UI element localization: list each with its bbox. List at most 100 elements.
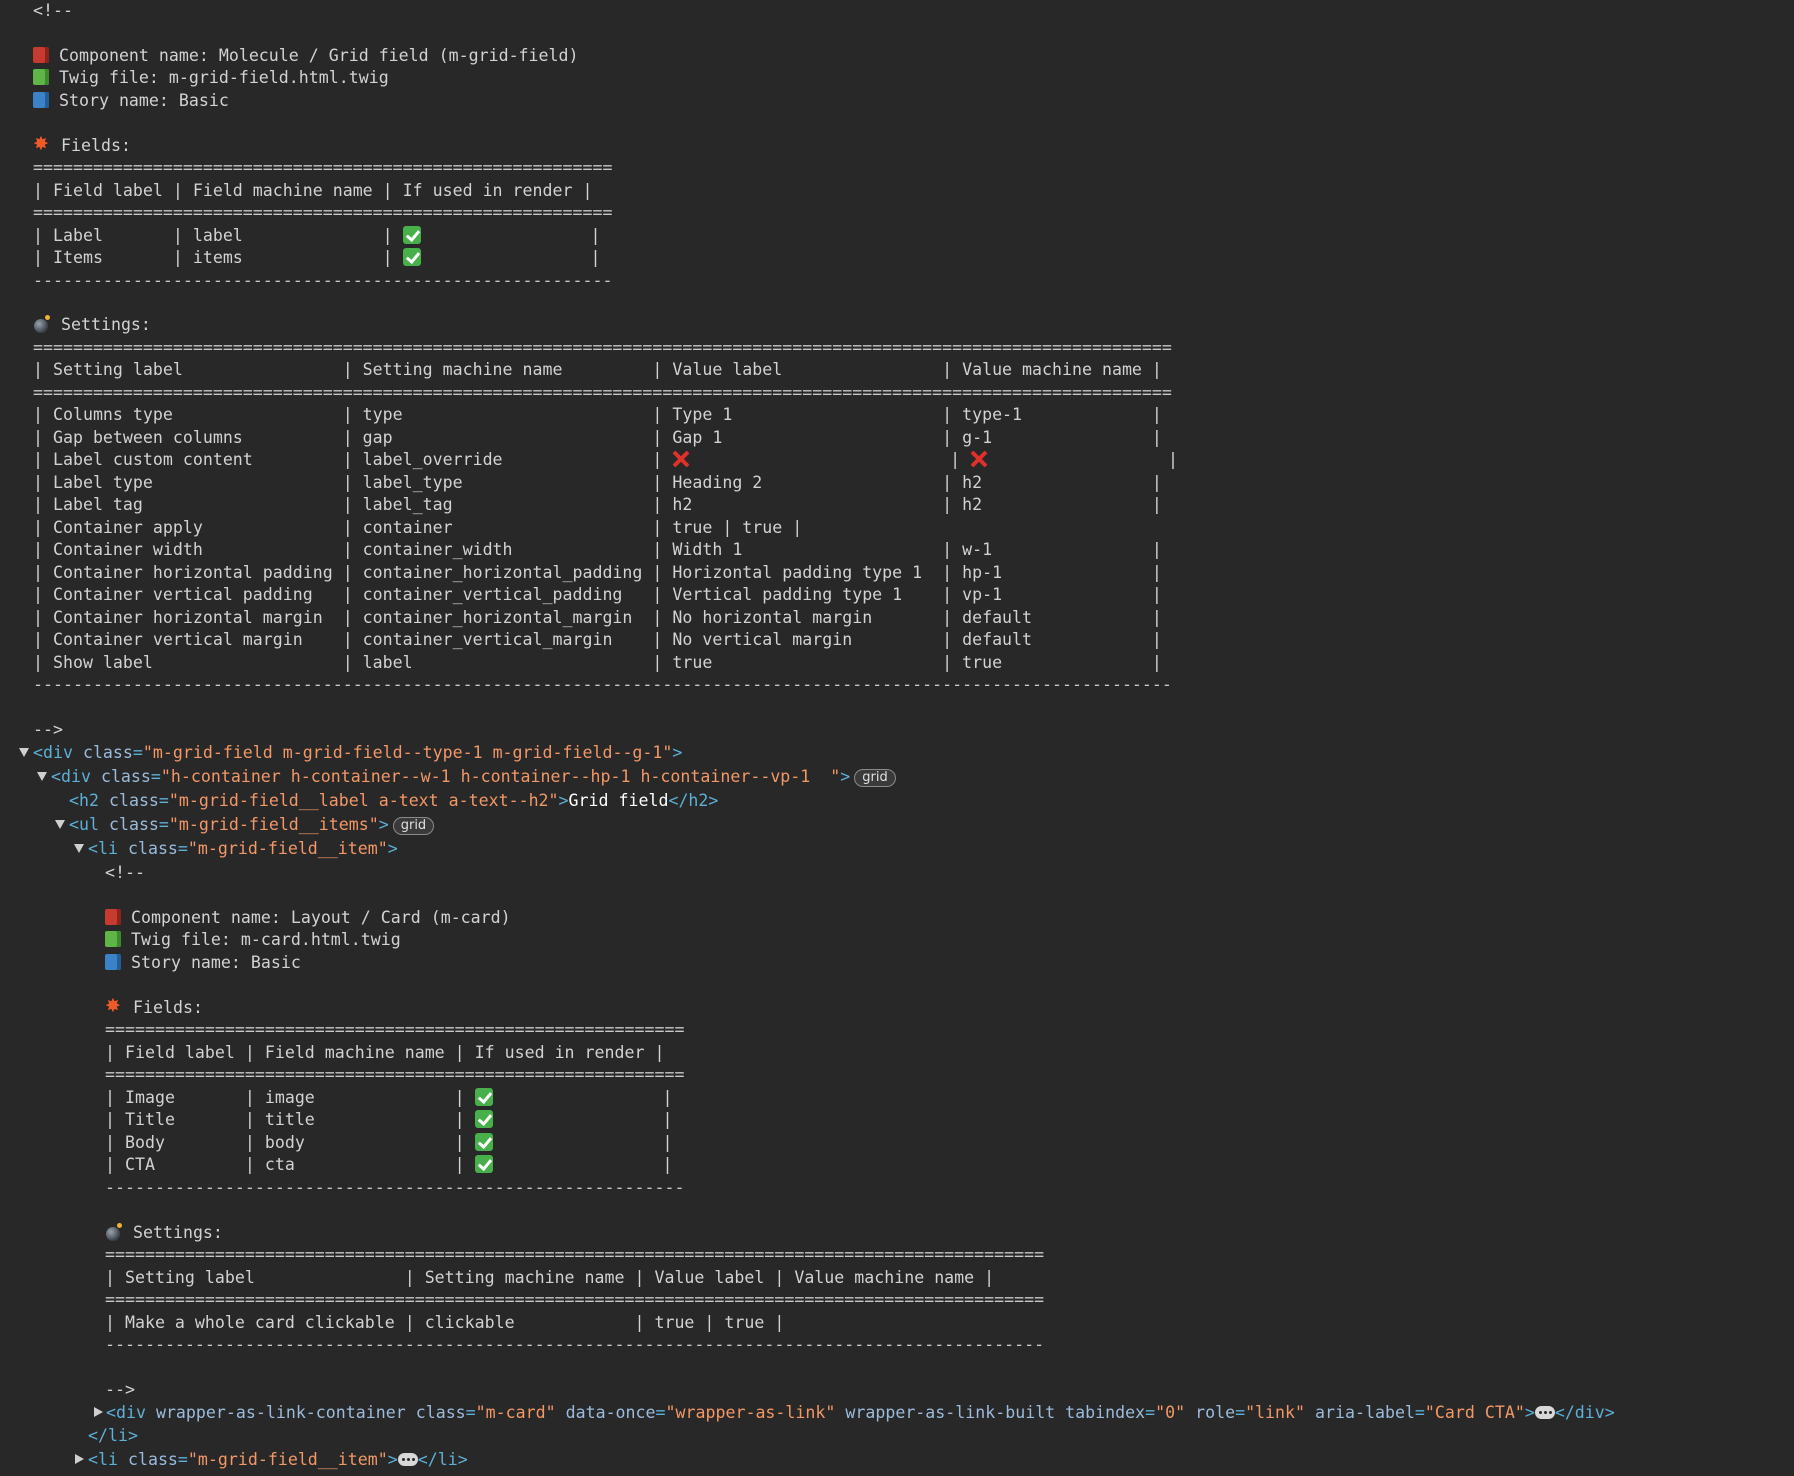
card-fields-row-text: | Image | image | bbox=[105, 1088, 475, 1107]
tag-name: <div bbox=[33, 743, 83, 762]
dom-node-card-div[interactable]: <div wrapper-as-link-container class="m-… bbox=[106, 1402, 1615, 1425]
check-mark-icon bbox=[402, 248, 421, 266]
dom-node-li[interactable]: <li class="m-grid-field__item"> bbox=[88, 838, 398, 861]
settings-row: | Container width | container_width | Wi… bbox=[33, 540, 1162, 559]
fields-row-items: | Items | items | | bbox=[33, 247, 600, 270]
dom-node-grid-field-div[interactable]: <div class="m-grid-field m-grid-field--t… bbox=[33, 742, 682, 765]
collapse-toggle-icon[interactable] bbox=[19, 748, 29, 757]
tag-close: </div> bbox=[1554, 1403, 1615, 1422]
attr-name: class bbox=[108, 815, 159, 834]
attr-value: "link" bbox=[1245, 1403, 1306, 1422]
tag-end: > bbox=[558, 791, 569, 810]
dom-node-li-collapsed[interactable]: <li class="m-grid-field__item"> </li> bbox=[88, 1449, 468, 1472]
card-fields-row-end: | bbox=[492, 1133, 673, 1152]
card-fields-rule-top: ========================================… bbox=[105, 1020, 685, 1039]
grid-badge[interactable]: grid bbox=[854, 769, 896, 787]
dom-node-h2[interactable]: <h2 class="m-grid-field__label a-text a-… bbox=[69, 790, 718, 813]
collapse-toggle-icon[interactable] bbox=[74, 844, 84, 853]
card-fields-row-title: | Title | title | | bbox=[105, 1109, 672, 1132]
card-twig-file-text: Twig file: m-card.html.twig bbox=[131, 930, 401, 949]
comment-open: <!-- bbox=[33, 1, 73, 20]
card-fields-row-image: | Image | image | | bbox=[105, 1087, 672, 1110]
attr-name: class bbox=[100, 767, 151, 786]
card-fields-rule-mid: ========================================… bbox=[105, 1065, 685, 1084]
h2-text-content: Grid field bbox=[568, 791, 669, 810]
grid-badge[interactable]: grid bbox=[392, 817, 435, 835]
card-fields-row-end: | bbox=[492, 1110, 673, 1129]
attr-value: "m-card" bbox=[475, 1403, 556, 1422]
tag-close: </li> bbox=[417, 1450, 468, 1469]
settings-rule-top: ========================================… bbox=[33, 338, 1172, 357]
override-row-text: | Label custom content | label_override … bbox=[33, 450, 673, 469]
attr-name: class bbox=[127, 1450, 178, 1469]
tag-name: <ul bbox=[69, 815, 109, 834]
component-name-text: Component name: Molecule / Grid field (m… bbox=[59, 46, 579, 65]
expand-toggle-icon[interactable] bbox=[75, 1454, 84, 1464]
card-fields-row-text: | Title | title | bbox=[105, 1110, 475, 1129]
fields-header: | Field label | Field machine name | If … bbox=[33, 181, 593, 200]
card-fields-rule-bottom: ----------------------------------------… bbox=[105, 1178, 685, 1197]
red-book-icon bbox=[105, 909, 121, 925]
expand-toggle-icon[interactable] bbox=[94, 1407, 103, 1417]
red-book-icon bbox=[33, 47, 49, 63]
dom-node-ul[interactable]: <ul class="m-grid-field__items"> grid bbox=[69, 814, 435, 837]
check-mark-icon bbox=[474, 1088, 493, 1106]
card-component-name-line: Component name: Layout / Card (m-card) bbox=[105, 907, 511, 930]
ellipsis-icon[interactable] bbox=[1534, 1406, 1555, 1419]
card-comment-close: --> bbox=[105, 1380, 135, 1399]
settings-row: | Container vertical padding | container… bbox=[33, 585, 1162, 604]
ellipsis-icon[interactable] bbox=[397, 1453, 418, 1466]
settings-row: | Columns type | type | Type 1 | type-1 … bbox=[33, 405, 1162, 424]
tag-end: > bbox=[387, 839, 398, 858]
story-name-text: Story name: Basic bbox=[59, 91, 229, 110]
settings-row: | Gap between columns | gap | Gap 1 | g-… bbox=[33, 428, 1162, 447]
card-story-name-line: Story name: Basic bbox=[105, 952, 301, 975]
card-twig-file-line: Twig file: m-card.html.twig bbox=[105, 929, 401, 952]
component-name-line: Component name: Molecule / Grid field (m… bbox=[33, 45, 579, 68]
attr-name: class bbox=[127, 839, 178, 858]
green-book-icon bbox=[105, 931, 121, 947]
attr-value: "Card CTA" bbox=[1424, 1403, 1525, 1422]
check-mark-icon bbox=[402, 226, 421, 244]
settings-row: | Label tag | label_tag | h2 | h2 | bbox=[33, 495, 1162, 514]
card-settings-rule-top: ========================================… bbox=[105, 1245, 1045, 1264]
tag-name: <div bbox=[106, 1403, 156, 1422]
attr-name: tabindex bbox=[1065, 1403, 1146, 1422]
collapse-toggle-icon[interactable] bbox=[55, 820, 65, 829]
card-fields-header: | Field label | Field machine name | If … bbox=[105, 1043, 665, 1062]
collapse-toggle-icon[interactable] bbox=[37, 772, 47, 781]
settings-row: | Container horizontal padding | contain… bbox=[33, 563, 1162, 582]
card-fields-heading-text: Fields: bbox=[133, 998, 203, 1017]
attr-name: aria-label bbox=[1315, 1403, 1415, 1422]
twig-file-line: Twig file: m-grid-field.html.twig bbox=[33, 67, 389, 90]
attr-name: wrapper-as-link-built bbox=[845, 1403, 1056, 1422]
cross-mark-icon bbox=[970, 450, 988, 468]
check-mark-icon bbox=[474, 1155, 493, 1173]
override-row-mid: | bbox=[690, 450, 971, 469]
tag-name: <li bbox=[88, 839, 128, 858]
settings-heading: Settings: bbox=[33, 314, 151, 337]
card-fields-row-end: | bbox=[492, 1155, 673, 1174]
settings-heading-text: Settings: bbox=[61, 315, 151, 334]
attr-value: "m-grid-field__item" bbox=[187, 839, 388, 858]
attr-value: "m-grid-field m-grid-field--type-1 m-gri… bbox=[142, 743, 673, 762]
attr-name: data-once bbox=[565, 1403, 656, 1422]
tag-end: > bbox=[1524, 1403, 1535, 1422]
card-settings-rule-mid: ========================================… bbox=[105, 1290, 1045, 1309]
attr-name: class bbox=[108, 791, 159, 810]
collision-icon bbox=[105, 995, 123, 1018]
attr-name: class bbox=[82, 743, 133, 762]
fields-row-items-text: | Items | items | bbox=[33, 248, 403, 267]
tag-end: > bbox=[387, 1450, 398, 1469]
card-settings-row: | Make a whole card clickable | clickabl… bbox=[105, 1313, 785, 1332]
bomb-icon bbox=[33, 315, 51, 333]
fields-heading: Fields: bbox=[33, 133, 131, 158]
dom-node-container-div[interactable]: <div class="h-container h-container--w-1… bbox=[51, 766, 896, 789]
override-row-end: | bbox=[988, 450, 1178, 469]
tag-name: <h2 bbox=[69, 791, 109, 810]
attr-name: wrapper-as-link-container bbox=[155, 1403, 406, 1422]
card-story-name-text: Story name: Basic bbox=[131, 953, 301, 972]
comment-close: --> bbox=[33, 720, 63, 739]
fields-row-label: | Label | label | | bbox=[33, 225, 600, 248]
settings-row: | Container vertical margin | container_… bbox=[33, 630, 1162, 649]
